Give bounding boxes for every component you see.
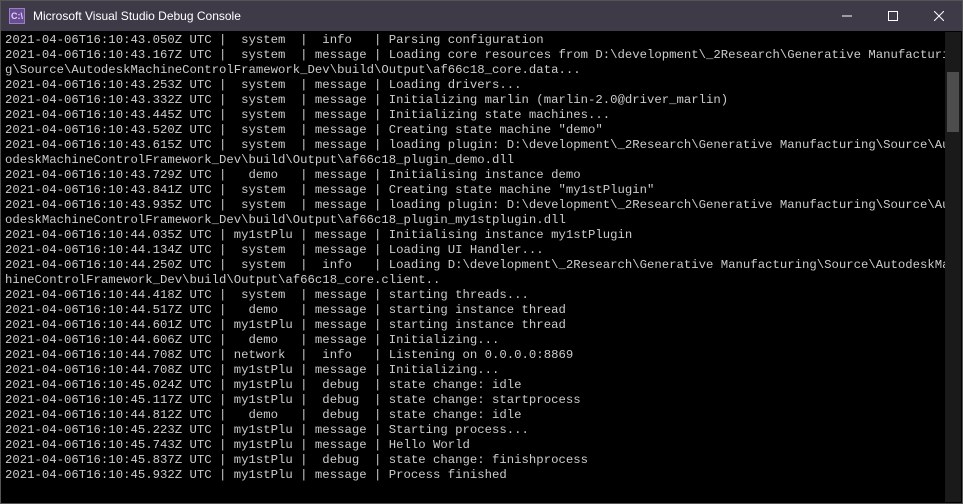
log-line: 2021-04-06T16:10:45.117Z UTC | my1stPlu … — [5, 393, 962, 408]
log-line: 2021-04-06T16:10:45.223Z UTC | my1stPlu … — [5, 423, 962, 438]
log-line: 2021-04-06T16:10:44.708Z UTC | network |… — [5, 348, 962, 363]
maximize-icon — [888, 11, 898, 21]
log-line: 2021-04-06T16:10:43.615Z UTC | system | … — [5, 138, 962, 168]
debug-console-window: C:\ Microsoft Visual Studio Debug Consol… — [0, 0, 963, 504]
log-line: 2021-04-06T16:10:43.841Z UTC | system | … — [5, 183, 962, 198]
close-button[interactable] — [916, 1, 962, 31]
log-line: 2021-04-06T16:10:44.606Z UTC | demo | me… — [5, 333, 962, 348]
window-title: Microsoft Visual Studio Debug Console — [31, 9, 824, 23]
console-output[interactable]: 2021-04-06T16:10:43.050Z UTC | system | … — [1, 31, 962, 503]
log-line: 2021-04-06T16:10:43.167Z UTC | system | … — [5, 48, 962, 78]
app-icon: C:\ — [9, 8, 25, 24]
scrollbar-thumb[interactable] — [947, 72, 959, 132]
log-line: 2021-04-06T16:10:44.035Z UTC | my1stPlu … — [5, 228, 962, 243]
log-line: 2021-04-06T16:10:44.708Z UTC | my1stPlu … — [5, 363, 962, 378]
log-line: 2021-04-06T16:10:45.932Z UTC | my1stPlu … — [5, 468, 962, 483]
log-line: 2021-04-06T16:10:43.253Z UTC | system | … — [5, 78, 962, 93]
log-line: 2021-04-06T16:10:45.743Z UTC | my1stPlu … — [5, 438, 962, 453]
log-line: 2021-04-06T16:10:43.729Z UTC | demo | me… — [5, 168, 962, 183]
log-line: 2021-04-06T16:10:43.050Z UTC | system | … — [5, 33, 962, 48]
log-line: 2021-04-06T16:10:44.418Z UTC | system | … — [5, 288, 962, 303]
log-line: 2021-04-06T16:10:43.332Z UTC | system | … — [5, 93, 962, 108]
titlebar[interactable]: C:\ Microsoft Visual Studio Debug Consol… — [1, 1, 962, 31]
log-line: 2021-04-06T16:10:44.134Z UTC | system | … — [5, 243, 962, 258]
log-line: 2021-04-06T16:10:43.935Z UTC | system | … — [5, 198, 962, 228]
log-line: 2021-04-06T16:10:45.024Z UTC | my1stPlu … — [5, 378, 962, 393]
log-line: 2021-04-06T16:10:43.445Z UTC | system | … — [5, 108, 962, 123]
log-line: 2021-04-06T16:10:44.517Z UTC | demo | me… — [5, 303, 962, 318]
minimize-button[interactable] — [824, 1, 870, 31]
log-line: 2021-04-06T16:10:44.812Z UTC | demo | de… — [5, 408, 962, 423]
log-line: 2021-04-06T16:10:44.250Z UTC | system | … — [5, 258, 962, 288]
log-line: 2021-04-06T16:10:43.520Z UTC | system | … — [5, 123, 962, 138]
window-controls — [824, 1, 962, 31]
minimize-icon — [842, 11, 852, 21]
log-line: 2021-04-06T16:10:45.837Z UTC | my1stPlu … — [5, 453, 962, 468]
vertical-scrollbar[interactable] — [945, 32, 961, 502]
close-icon — [934, 11, 944, 21]
log-line: 2021-04-06T16:10:44.601Z UTC | my1stPlu … — [5, 318, 962, 333]
maximize-button[interactable] — [870, 1, 916, 31]
